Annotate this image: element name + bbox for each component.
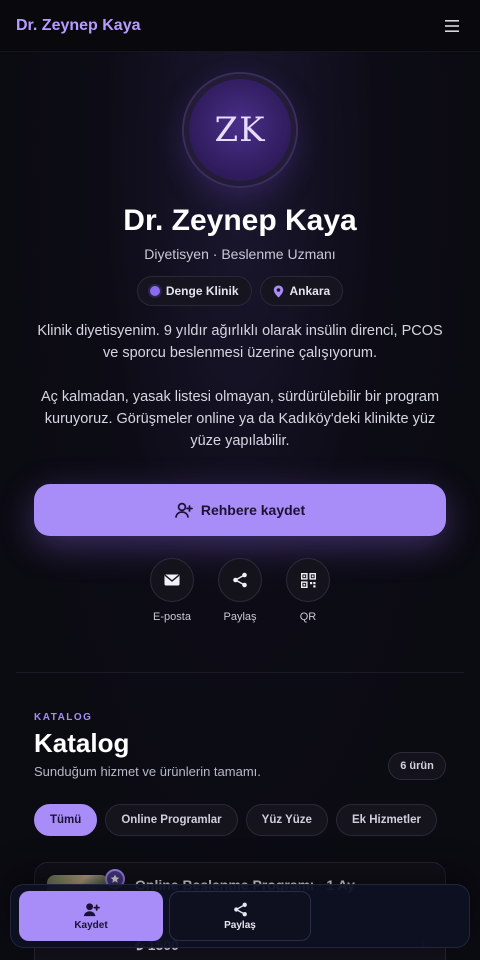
location-pin-icon (273, 285, 283, 297)
bottom-save-button[interactable]: Kaydet (19, 891, 163, 941)
avatar-initials: ZK (214, 110, 266, 150)
chip-location[interactable]: Ankara (259, 276, 344, 306)
quick-actions: E-posta Paylaş QR (0, 558, 480, 623)
save-contact-label: Rehbere kaydet (200, 502, 306, 518)
filter-online-programs[interactable]: Online Programlar (105, 804, 238, 836)
mail-icon (164, 574, 180, 586)
share-label: Paylaş (223, 611, 257, 623)
profile-title: Diyetisyen · Beslenme Uzmanı (144, 246, 336, 262)
profile-name: Dr. Zeynep Kaya (123, 204, 357, 237)
catalog-count-badge: 6 ürün (388, 752, 446, 780)
filter-in-person[interactable]: Yüz Yüze (245, 804, 328, 836)
filter-extra-services[interactable]: Ek Hizmetler (335, 804, 437, 836)
filter-all[interactable]: Tümü (34, 804, 98, 836)
section-divider (16, 672, 464, 673)
bio-paragraph: Klinik diyetisyenim. 9 yıldır ağırlıklı … (37, 323, 443, 361)
brand-title[interactable]: Dr. Zeynep Kaya (16, 17, 141, 35)
share-icon (233, 572, 247, 588)
save-contact-button[interactable]: Rehbere kaydet (34, 484, 446, 536)
add-user-icon (83, 902, 100, 916)
bottom-share-button[interactable]: Paylaş (169, 891, 311, 941)
chip-location-label: Ankara (289, 284, 331, 298)
qr-label: QR (299, 611, 317, 623)
bottom-action-bar: Kaydet Paylaş (10, 884, 470, 948)
avatar: ZK (184, 74, 296, 186)
profile-bio: Klinik diyetisyenim. 9 yıldır ağırlıklı … (34, 320, 446, 452)
bottom-share-label: Paylaş (224, 919, 256, 931)
qr-button[interactable] (286, 558, 330, 602)
add-user-icon (175, 502, 193, 518)
dot-icon (149, 286, 160, 296)
profile-chips: Denge Klinik Ankara (0, 276, 480, 306)
qr-action[interactable]: QR (285, 558, 331, 623)
email-label: E-posta (153, 611, 191, 623)
catalog-subtitle: Sunduğum hizmet ve ürünlerin tamamı. (34, 764, 261, 779)
email-action[interactable]: E-posta (149, 558, 195, 623)
email-button[interactable] (150, 558, 194, 602)
catalog-eyebrow: KATALOG (34, 712, 93, 723)
profile-page: ZK Dr. Zeynep Kaya Diyetisyen · Beslenme… (0, 52, 480, 960)
share-action[interactable]: Paylaş (217, 558, 263, 623)
share-icon (233, 902, 247, 916)
bio-paragraph: Aç kalmadan, yasak listesi olmayan, sürd… (40, 389, 440, 449)
hamburger-icon (445, 19, 459, 32)
share-button[interactable] (218, 558, 262, 602)
catalog-filters: Tümü Online Programlar Yüz Yüze Ek Hizme… (34, 804, 437, 836)
top-bar: Dr. Zeynep Kaya (0, 0, 480, 52)
catalog-title: Katalog (34, 728, 130, 758)
bottom-save-label: Kaydet (74, 919, 108, 931)
chip-clinic-label: Denge Klinik (165, 284, 239, 298)
chip-clinic[interactable]: Denge Klinik (136, 276, 252, 306)
menu-button[interactable] (440, 14, 464, 38)
qr-code-icon (300, 572, 316, 588)
